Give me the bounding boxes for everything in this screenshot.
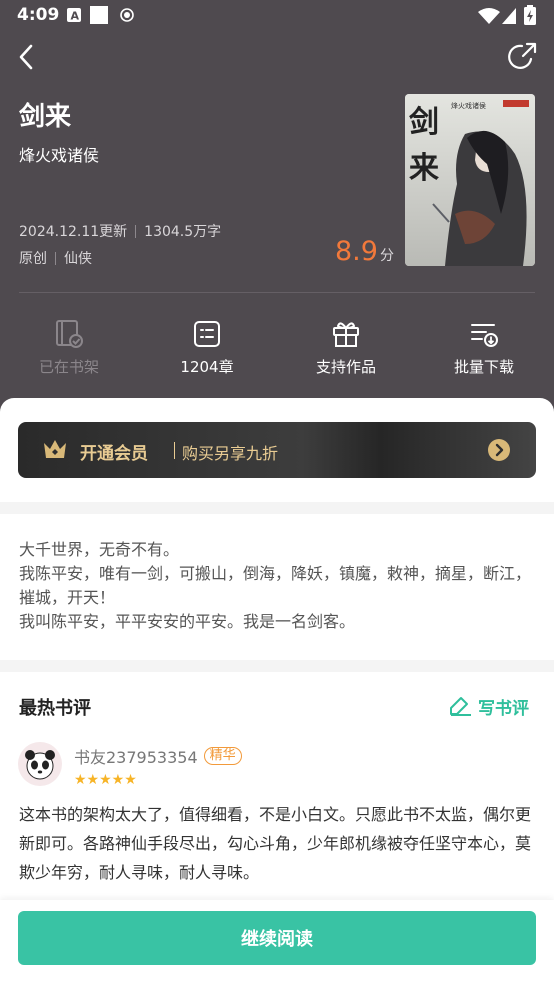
intro-text: 大千世界，无奇不有。 我陈平安，唯有一剑，可搬山，倒海，降妖，镇魔，敕神，摘星，… xyxy=(19,540,532,631)
tag-origin[interactable]: 原创 xyxy=(19,248,47,268)
vip-section: 开通会员 购买另享九折 xyxy=(0,398,554,502)
cover-author-text: 烽火戏诸侯 xyxy=(451,101,486,110)
notification-square-icon xyxy=(90,6,108,24)
tag-genre[interactable]: 仙侠 xyxy=(64,248,92,268)
battery-charging-icon xyxy=(524,5,536,25)
book-author[interactable]: 烽火戏诸侯 xyxy=(19,142,99,166)
book-meta: 2024.12.11更新 1304.5万字 xyxy=(19,221,221,241)
action-row: 已在书架 1204章 支持作品 批量下载 xyxy=(0,310,554,390)
wifi-icon xyxy=(478,8,500,24)
reviews-heading: 最热书评 xyxy=(19,698,91,719)
back-button[interactable] xyxy=(12,40,46,74)
vip-title: 开通会员 xyxy=(80,444,148,464)
batch-download-label: 批量下载 xyxy=(453,358,514,376)
status-time: 4:09 xyxy=(17,5,60,25)
support-label: 支持作品 xyxy=(315,358,376,376)
batch-download-icon xyxy=(471,324,498,347)
bookshelf-check-icon xyxy=(56,320,83,348)
chapter-list-icon xyxy=(194,321,220,347)
write-review-label: 写书评 xyxy=(478,698,529,719)
cover-illustration: 剑 来 烽火戏诸侯 xyxy=(405,94,535,266)
bookshelf-button[interactable]: 已在书架 xyxy=(0,310,138,377)
cover-title-char-1: 剑 xyxy=(409,105,439,140)
review-user[interactable]: 书友237953354 精华 xyxy=(74,744,242,768)
tag-divider xyxy=(55,251,56,265)
vip-subtitle: 购买另享九折 xyxy=(182,444,279,463)
review-username: 书友237953354 xyxy=(74,748,198,767)
vip-banner[interactable]: 开通会员 购买另享九折 xyxy=(18,422,536,478)
meta-divider xyxy=(135,224,137,238)
share-button[interactable] xyxy=(505,40,539,74)
font-a-icon: A xyxy=(67,8,81,22)
crown-icon xyxy=(44,440,66,458)
chapters-label: 1204章 xyxy=(180,358,234,376)
star-rating: ★★★★★ xyxy=(74,772,137,788)
book-title: 剑来 xyxy=(19,102,72,132)
reviews-section: 最热书评 写书评 书友237953354 精华 ★★★★★ 这本书的架构太大了，… xyxy=(0,672,554,912)
cover-title-char-2: 来 xyxy=(409,151,439,186)
word-count: 1304.5万字 xyxy=(144,224,222,240)
featured-badge: 精华 xyxy=(203,747,242,765)
avatar[interactable] xyxy=(18,742,62,786)
support-button[interactable]: 支持作品 xyxy=(277,310,415,377)
book-cover[interactable]: 剑 来 烽火戏诸侯 xyxy=(405,94,535,266)
book-intro[interactable]: 大千世界，无奇不有。 我陈平安，唯有一剑，可搬山，倒海，降妖，镇魔，敕神，摘星，… xyxy=(0,514,554,660)
continue-reading-button[interactable]: 继续阅读 xyxy=(18,911,536,965)
book-tags: 原创 仙侠 xyxy=(19,248,92,268)
signal-icon xyxy=(502,8,516,24)
book-header: 4:09 A 剑来 烽火戏诸侯 2024.12.11更新 1304.5万字 原创… xyxy=(0,0,554,420)
chevron-right-icon xyxy=(488,439,510,461)
vip-divider xyxy=(174,442,175,459)
status-bar: 4:09 A xyxy=(0,0,554,30)
bottom-bar: 继续阅读 xyxy=(0,900,554,984)
header-divider xyxy=(19,292,535,293)
bookshelf-label: 已在书架 xyxy=(38,358,99,376)
write-review-button[interactable]: 写书评 xyxy=(448,694,529,719)
chapters-button[interactable]: 1204章 xyxy=(138,310,276,377)
edit-pen-icon xyxy=(450,697,471,716)
score-value: 8.9 xyxy=(335,236,378,267)
update-date: 2024.12.11更新 xyxy=(19,224,128,240)
book-score: 8.9 分 xyxy=(335,236,394,267)
svg-text:A: A xyxy=(71,10,80,23)
panda-avatar-icon xyxy=(25,750,55,780)
batch-download-button[interactable]: 批量下载 xyxy=(415,310,553,377)
review-text[interactable]: 这本书的架构太大了，值得细看，不是小白文。只愿此书不太监，偶尔更新即可。各路神仙… xyxy=(19,800,539,887)
record-icon xyxy=(120,8,134,22)
score-unit: 分 xyxy=(379,248,394,264)
gift-icon xyxy=(333,322,359,347)
